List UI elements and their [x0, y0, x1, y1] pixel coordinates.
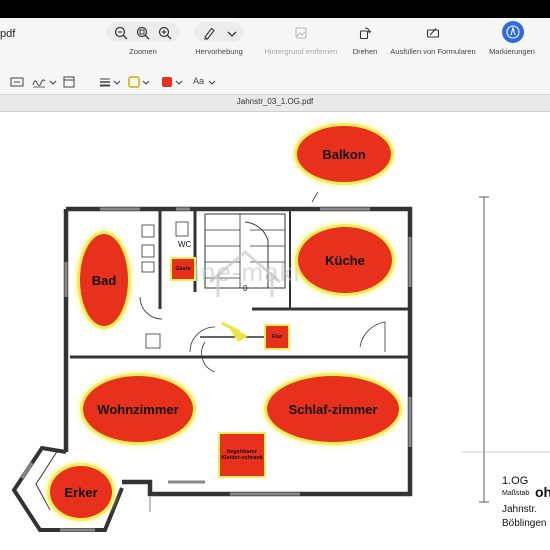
- room-schlafzimmer-label: Schlaf-zimmer: [288, 401, 378, 417]
- room-kueche-label: Küche: [325, 252, 365, 268]
- room-bad-label: Bad: [91, 272, 117, 288]
- room-erker: Erker: [50, 466, 112, 518]
- stair-number: 0: [243, 284, 248, 293]
- highlight-label: Hervorhebung: [195, 47, 243, 56]
- signature-chevron-icon[interactable]: [46, 76, 60, 90]
- document-filename[interactable]: Jahnstr_03_1.OG.pdf: [0, 97, 550, 106]
- border-color-chevron-icon[interactable]: [139, 76, 153, 90]
- room-erker-label: Erker: [64, 484, 98, 500]
- markup-button[interactable]: [502, 21, 524, 43]
- room-bad: Bad: [80, 234, 128, 326]
- label-flur: Flur: [264, 324, 290, 350]
- wc-label: WC: [178, 240, 192, 249]
- label-gaeste: Gäste: [170, 257, 196, 281]
- floor-label: 1.OG: [502, 475, 529, 487]
- zoom-label: Zoomen: [129, 47, 157, 56]
- rotate-icon[interactable]: [358, 26, 372, 40]
- room-wohnzimmer: Wohnzimmer: [83, 376, 193, 442]
- text-box-icon[interactable]: [10, 75, 24, 89]
- room-balkon-label: Balkon: [322, 146, 366, 162]
- zoom-in-icon[interactable]: [158, 26, 172, 40]
- zoom-fit-icon[interactable]: [136, 26, 150, 40]
- highlighter-icon[interactable]: [202, 26, 216, 40]
- document-tab-bar: Jahnstr_03_1.OG.pdf: [0, 95, 550, 112]
- zoom-out-icon[interactable]: [114, 26, 128, 40]
- brand-logo: oh: [535, 484, 550, 500]
- markup-label: Markierungen: [489, 47, 535, 56]
- street-label: Jahnstr.: [502, 504, 538, 515]
- pdf-viewer-window: pdf Zoomen Hervorhebung Hintergrund entf…: [0, 18, 550, 550]
- room-balkon: Balkon: [297, 126, 391, 182]
- form-fill-label: Ausfüllen von Formularen: [390, 47, 476, 56]
- room-kueche: Küche: [298, 227, 392, 293]
- rotate-label: Drehen: [352, 47, 378, 56]
- signature-icon[interactable]: [32, 75, 46, 89]
- font-style-button[interactable]: Aa: [193, 74, 204, 88]
- room-schlafzimmer: Schlaf-zimmer: [267, 376, 399, 442]
- city-label: Böblingen: [502, 518, 547, 529]
- markup-toolbar: Aa: [0, 70, 550, 95]
- room-wohnzimmer-label: Wohnzimmer: [97, 401, 179, 417]
- line-style-chevron-icon[interactable]: [110, 76, 124, 90]
- chevron-down-icon[interactable]: [225, 27, 239, 41]
- form-fill-icon[interactable]: [426, 26, 440, 40]
- background-remove-label: Hintergrund entfernen: [264, 47, 338, 56]
- pdf-page: ohne-makler Balkon Bad Küche Wohnzimmer …: [0, 112, 550, 550]
- background-remove-icon: [294, 26, 308, 40]
- label-kleiderschrank: begehbarer Kleider-schrank: [218, 432, 266, 478]
- fill-color-chevron-icon[interactable]: [172, 76, 186, 90]
- main-toolbar: pdf Zoomen Hervorhebung Hintergrund entf…: [0, 18, 550, 70]
- note-icon[interactable]: [62, 75, 76, 89]
- scale-label: Maßstab: [502, 490, 530, 497]
- font-chevron-icon[interactable]: [205, 76, 219, 90]
- document-title: pdf: [0, 28, 16, 40]
